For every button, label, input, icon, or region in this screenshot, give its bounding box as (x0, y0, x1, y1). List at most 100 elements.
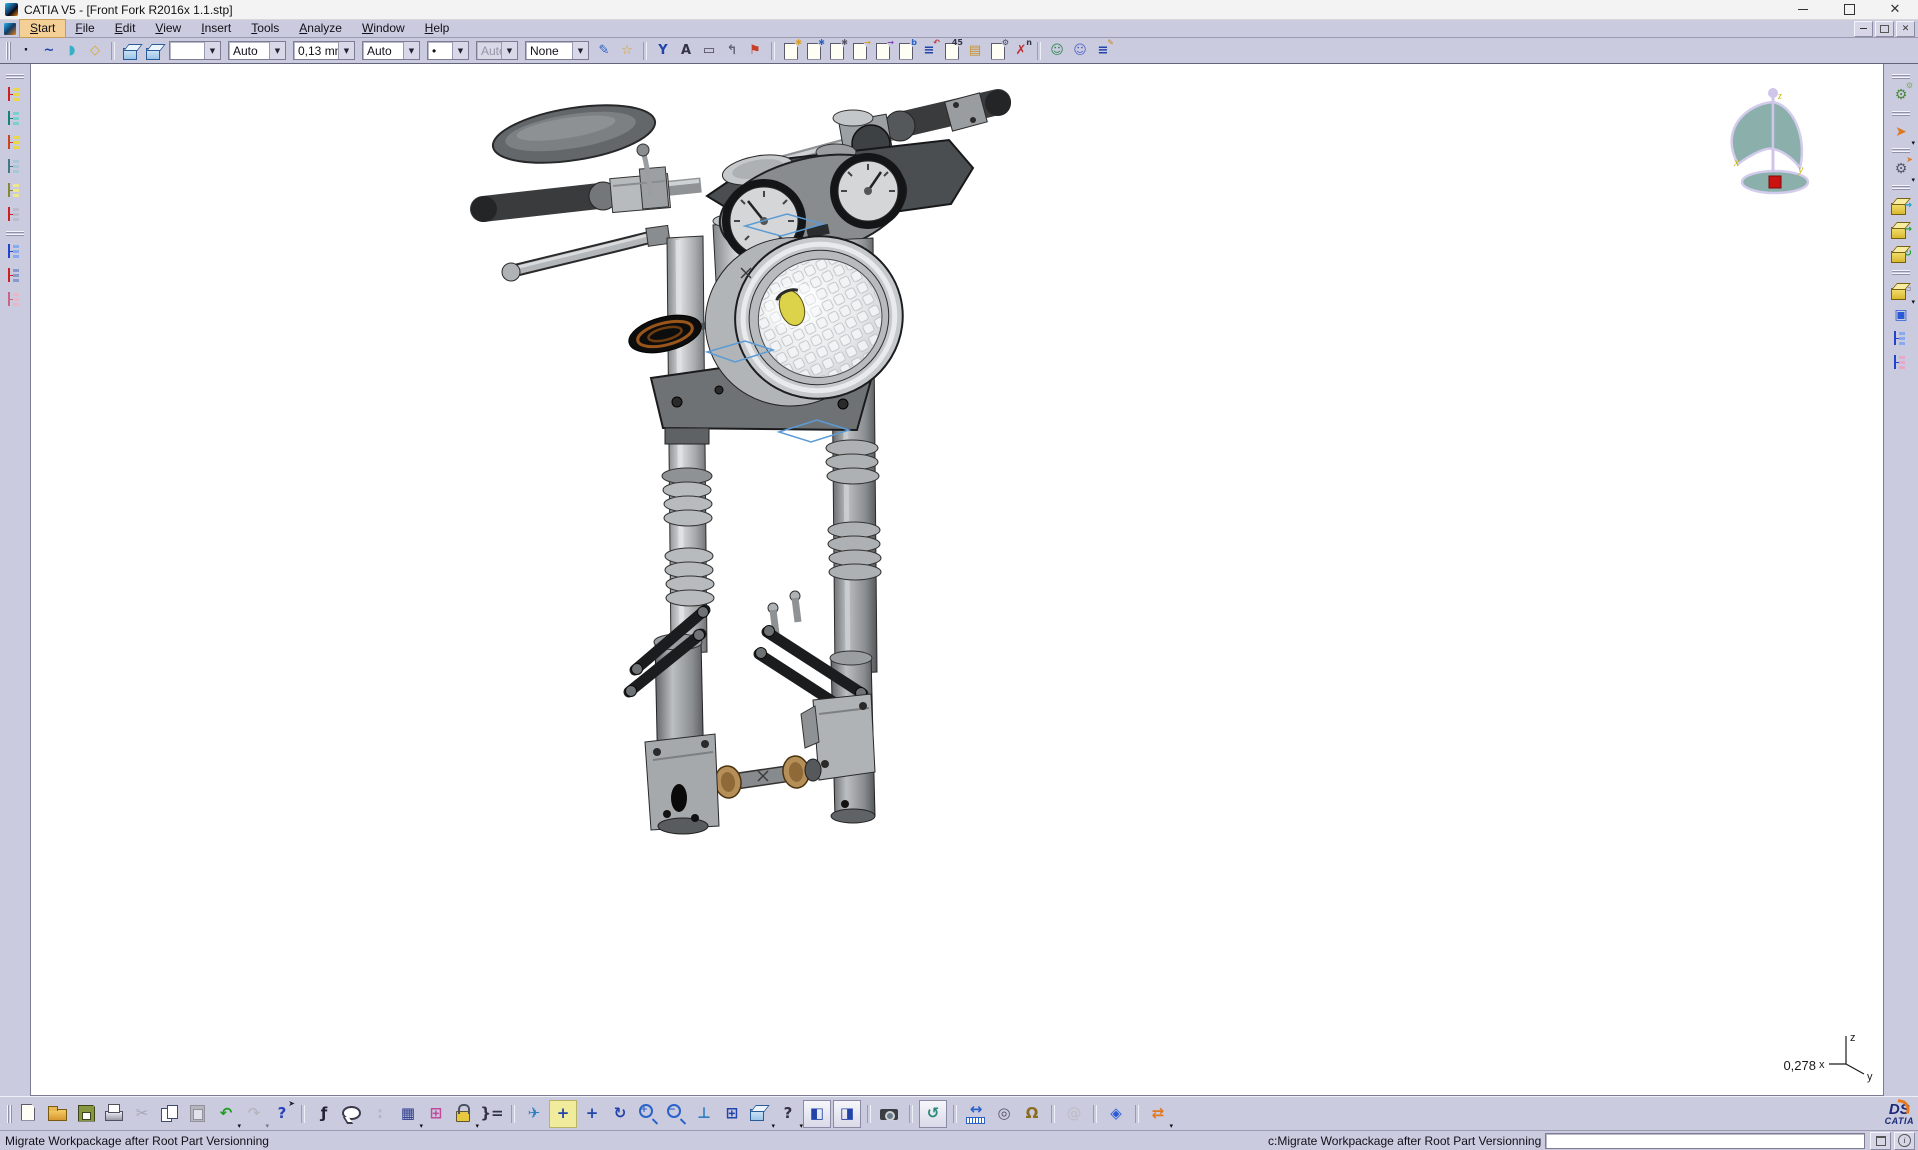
graphic-color-combo[interactable]: ▼ (169, 41, 221, 60)
chevron-down-icon[interactable]: ▼ (338, 42, 354, 59)
formula-fx-icon[interactable]: ƒ (311, 1101, 337, 1127)
painter-icon[interactable]: ✎ (593, 40, 615, 62)
rotate-icon[interactable]: ↻ (607, 1101, 633, 1127)
pan-icon[interactable]: + (579, 1101, 605, 1127)
brake-lever[interactable] (502, 225, 670, 281)
toolbar-grip[interactable] (6, 74, 24, 79)
menu-insert[interactable]: Insert (191, 20, 241, 37)
chevron-down-icon[interactable]: ▼ (452, 42, 468, 59)
line-type-combo[interactable]: Auto ▼ (362, 41, 420, 60)
zoom-in-icon[interactable]: + (635, 1101, 661, 1127)
camera-icon[interactable] (877, 1101, 903, 1127)
toolbar-grip[interactable] (1892, 74, 1910, 79)
box-enter-icon[interactable]: → (1889, 194, 1913, 218)
point-dot-icon[interactable]: · (15, 40, 37, 62)
gear-select-icon[interactable]: ⚙➤▾ (1889, 157, 1913, 181)
x-power-n-icon[interactable]: ✗n (1010, 40, 1032, 62)
command-input[interactable] (1545, 1133, 1865, 1149)
copy-icon[interactable] (157, 1101, 183, 1127)
menu-window[interactable]: Window (352, 20, 415, 37)
menu-view[interactable]: View (145, 20, 191, 37)
menu-analyze[interactable]: Analyze (289, 20, 352, 37)
3d-viewport[interactable]: x y z 0,278 z x y (30, 64, 1884, 1096)
tree-database-icon[interactable] (3, 155, 27, 179)
iso-box-1-icon[interactable] (120, 40, 142, 62)
measure-inertia-icon[interactable]: Ω (1019, 1101, 1045, 1127)
zoom-out-icon[interactable]: − (663, 1101, 689, 1127)
print-icon[interactable] (101, 1101, 127, 1127)
toolbar-grip[interactable] (1892, 270, 1910, 275)
user-screen-icon[interactable]: ☺ (1046, 40, 1068, 62)
orbit-3d-icon[interactable]: ↺ (919, 1100, 947, 1128)
toolbar-grip[interactable] (1892, 111, 1910, 116)
named-views-icon[interactable]: ?▾ (775, 1101, 801, 1127)
info-button[interactable]: i (1894, 1132, 1915, 1150)
graph-split-icon[interactable]: Y (652, 40, 674, 62)
restore-button[interactable] (1826, 0, 1872, 19)
lock-icon[interactable]: ▾ (451, 1101, 477, 1127)
renumber-icon[interactable]: 45 (941, 40, 963, 62)
multi-view-icon[interactable]: ⊞ (719, 1101, 745, 1127)
mdi-close-button[interactable]: ✕ (1896, 21, 1915, 37)
toolbar-grip[interactable] (1892, 185, 1910, 190)
tree-pink-icon[interactable] (3, 288, 27, 312)
menu-start[interactable]: Start (20, 20, 65, 37)
doc-arrow-out-icon[interactable]: → (872, 40, 894, 62)
equivalent-dims-icon[interactable]: }= (479, 1101, 505, 1127)
measure-between-icon[interactable]: ↔ (963, 1101, 989, 1127)
fly-mode-icon[interactable]: ✈ (521, 1101, 547, 1127)
sparkle-doc-icon[interactable]: ✱ (803, 40, 825, 62)
list-undo-icon[interactable]: ≡↶ (918, 40, 940, 62)
tree-globe-icon[interactable] (3, 107, 27, 131)
dialog-toggle-button[interactable] (1870, 1132, 1891, 1150)
open-book-icon[interactable]: ▣ (1889, 303, 1913, 327)
iso-box-2-icon[interactable] (143, 40, 165, 62)
undo-icon[interactable]: ↶▾ (213, 1101, 239, 1127)
tree-bulb-icon[interactable] (3, 179, 27, 203)
tree-expand-icon[interactable] (1889, 327, 1913, 351)
menu-file[interactable]: File (65, 20, 104, 37)
mdi-restore-button[interactable] (1875, 21, 1894, 37)
open-folder-icon[interactable] (45, 1101, 71, 1127)
toolbar-grip[interactable] (6, 42, 11, 60)
tree-reorder-icon[interactable] (3, 240, 27, 264)
flag-note-icon[interactable]: ⚑ (744, 40, 766, 62)
line-weight-combo[interactable]: 0,13 mm ▼ (293, 41, 355, 60)
close-button[interactable]: ✕ (1872, 0, 1918, 19)
folder-doc-icon[interactable]: ▤ (964, 40, 986, 62)
arrow-into-plane-icon[interactable]: ↰ (721, 40, 743, 62)
select-cursor-icon[interactable]: ➤▾ (1889, 120, 1913, 144)
model-canvas[interactable]: x y z 0,278 z x y (31, 64, 1884, 1096)
surface-patch-icon[interactable]: ◗ (61, 40, 83, 62)
menu-tools[interactable]: Tools (241, 20, 289, 37)
list-pencil-icon[interactable]: ≡✎ (1092, 40, 1114, 62)
chevron-down-icon[interactable]: ▼ (572, 42, 588, 59)
doc-gear-icon[interactable]: ⚙ (987, 40, 1009, 62)
measure-item-icon[interactable]: ◎ (991, 1101, 1017, 1127)
chevron-down-icon[interactable]: ▼ (204, 42, 220, 59)
box-refresh-icon[interactable]: ↻ (1889, 242, 1913, 266)
comment-icon[interactable] (339, 1101, 365, 1127)
tree-loop-icon[interactable] (3, 264, 27, 288)
layer-book-icon[interactable]: ◈ (1103, 1101, 1129, 1127)
paste-link-icon[interactable]: b (895, 40, 917, 62)
normal-view-icon[interactable]: ⊥ (691, 1101, 717, 1127)
sparkle-brush-icon[interactable]: ✱ (780, 40, 802, 62)
design-table-icon[interactable]: ▦▾ (395, 1101, 421, 1127)
iso-view-icon[interactable]: ▾ (747, 1101, 773, 1127)
tree-insert-icon[interactable] (3, 131, 27, 155)
transparency-combo[interactable]: Auto ▼ (228, 41, 286, 60)
menu-edit[interactable]: Edit (105, 20, 146, 37)
new-document-icon[interactable] (17, 1101, 43, 1127)
toolbar-grip[interactable] (6, 231, 24, 236)
layer-combo[interactable]: None ▼ (525, 41, 589, 60)
render-shaded-icon[interactable]: ◧ (803, 1100, 831, 1128)
save-icon[interactable] (73, 1101, 99, 1127)
tree-structure-icon[interactable] (3, 83, 27, 107)
render-edges-icon[interactable]: ◨ (833, 1100, 861, 1128)
face-patch-icon[interactable]: ◇ (84, 40, 106, 62)
box-next-icon[interactable]: → (1889, 218, 1913, 242)
wizard-icon[interactable]: ☆ (616, 40, 638, 62)
view-compass[interactable]: x y z (1732, 88, 1808, 193)
point-symbol-combo[interactable]: • ▼ (427, 41, 469, 60)
